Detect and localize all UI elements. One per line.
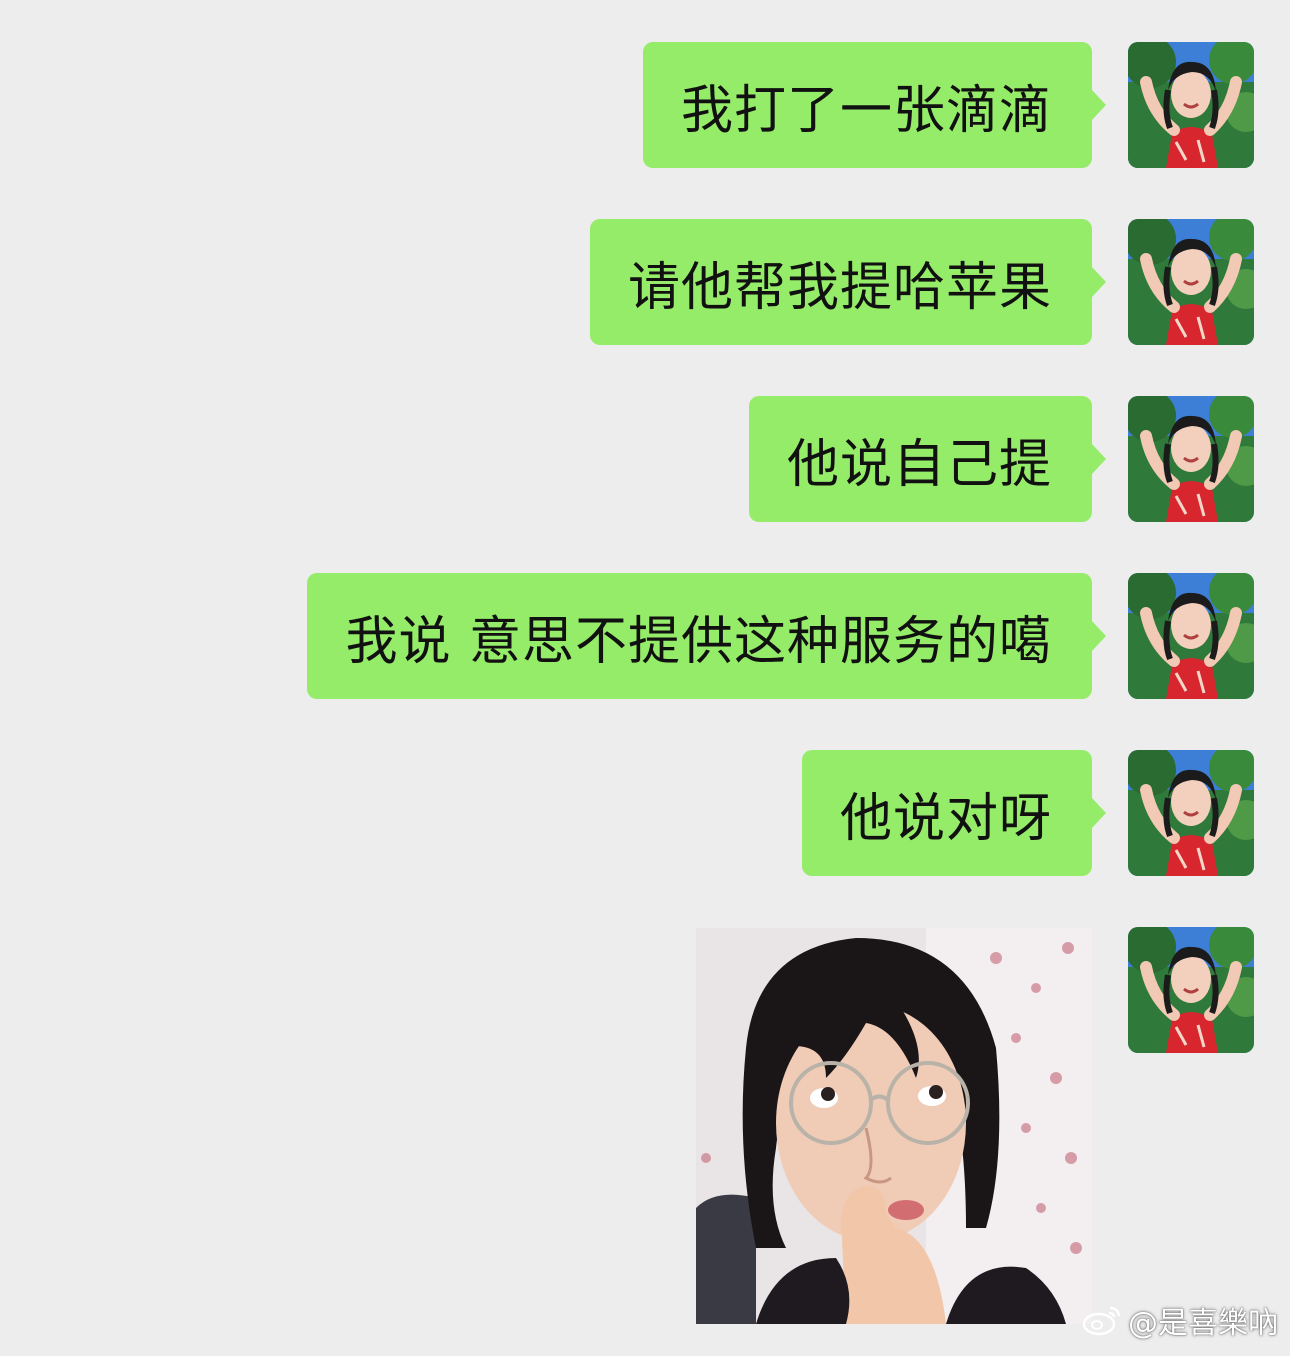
sender-avatar[interactable] [1128, 396, 1254, 522]
sender-avatar[interactable] [1128, 927, 1254, 1053]
message-text: 他说自己提 [786, 434, 1052, 495]
message-bubble[interactable]: 他说对呀 [801, 750, 1107, 876]
message-text: 他说对呀 [839, 788, 1052, 849]
message-row: 他说对呀 [0, 750, 1290, 876]
sender-avatar[interactable] [1128, 219, 1254, 345]
message-row: 我说 意思不提供这种服务的噶 [0, 573, 1290, 699]
weibo-logo-icon [1082, 1304, 1122, 1336]
sender-avatar[interactable] [1128, 573, 1254, 699]
sender-avatar[interactable] [1128, 750, 1254, 876]
sticker-message-row [0, 927, 1290, 1327]
message-row: 我打了一张滴滴 [0, 42, 1290, 168]
sender-avatar[interactable] [1128, 42, 1254, 168]
message-bubble[interactable]: 他说自己提 [748, 396, 1107, 522]
weibo-watermark: @是喜樂吶 [1082, 1298, 1278, 1342]
sticker-image[interactable] [696, 928, 1092, 1324]
message-bubble[interactable]: 我打了一张滴滴 [642, 42, 1107, 168]
message-text: 我说 意思不提供这种服务的噶 [345, 611, 1052, 672]
watermark-text: @是喜樂吶 [1128, 1306, 1278, 1341]
message-row: 他说自己提 [0, 396, 1290, 522]
message-text: 我打了一张滴滴 [680, 80, 1052, 141]
message-row: 请他帮我提哈苹果 [0, 219, 1290, 345]
message-bubble[interactable]: 请他帮我提哈苹果 [589, 219, 1107, 345]
message-bubble[interactable]: 我说 意思不提供这种服务的噶 [307, 573, 1106, 699]
message-text: 请他帮我提哈苹果 [627, 257, 1052, 318]
